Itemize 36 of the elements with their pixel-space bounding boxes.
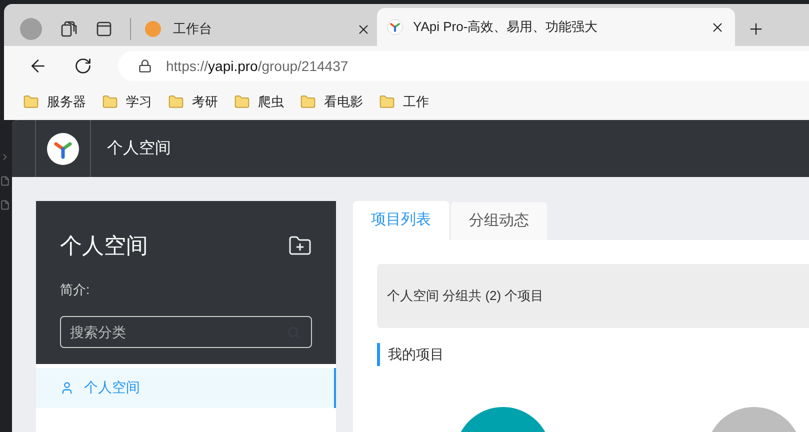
browser-tab[interactable]: 工作台 (139, 12, 377, 46)
folder-icon (234, 94, 250, 110)
logo-icon[interactable] (47, 132, 79, 164)
intro-label: 简介: (60, 281, 91, 299)
folder-icon (168, 94, 184, 110)
sidebar-title: 个人空间 (60, 232, 148, 260)
user-icon (60, 380, 74, 394)
browser-tab[interactable]: YApi Pro-高效、易用、功能强大 (377, 8, 735, 46)
tab-title: YApi Pro-高效、易用、功能强大 (413, 18, 599, 36)
reload-icon[interactable] (74, 57, 92, 75)
url-text: https://yapi.pro/group/214437 (166, 56, 348, 76)
add-folder-icon[interactable] (288, 234, 312, 258)
sidebar-layout-icon[interactable] (96, 21, 112, 37)
tab-favicon-icon (145, 21, 161, 37)
header-title: 个人空间 (107, 138, 171, 158)
folder-icon (300, 94, 316, 110)
lock-icon (138, 59, 152, 73)
bookmark-item[interactable]: 服务器 (22, 92, 87, 112)
folder-icon (102, 94, 118, 110)
bookmark-item[interactable]: 看电影 (299, 92, 364, 112)
file-icon (0, 176, 10, 186)
tab-favicon-icon (387, 19, 403, 35)
folder-icon (23, 94, 39, 110)
bookmark-item[interactable]: 考研 (167, 92, 219, 112)
tab-title: 工作台 (173, 20, 213, 38)
bookmark-item[interactable]: 爬虫 (233, 92, 285, 112)
tab[interactable]: 分组动态 (451, 202, 547, 240)
bookmark-item[interactable]: 学习 (101, 92, 153, 112)
search-field[interactable]: 搜索分类 (60, 316, 312, 348)
folder-icon (379, 94, 395, 110)
section-title: 我的项目 (388, 345, 444, 364)
summary-text: 个人空间 分组共 (2) 个项目 (387, 287, 544, 306)
collections-icon[interactable] (60, 20, 78, 38)
bookmark-item[interactable]: 工作 (378, 92, 430, 112)
file-icon (0, 200, 10, 210)
address-bar[interactable]: https://yapi.pro/group/214437 (118, 51, 809, 81)
